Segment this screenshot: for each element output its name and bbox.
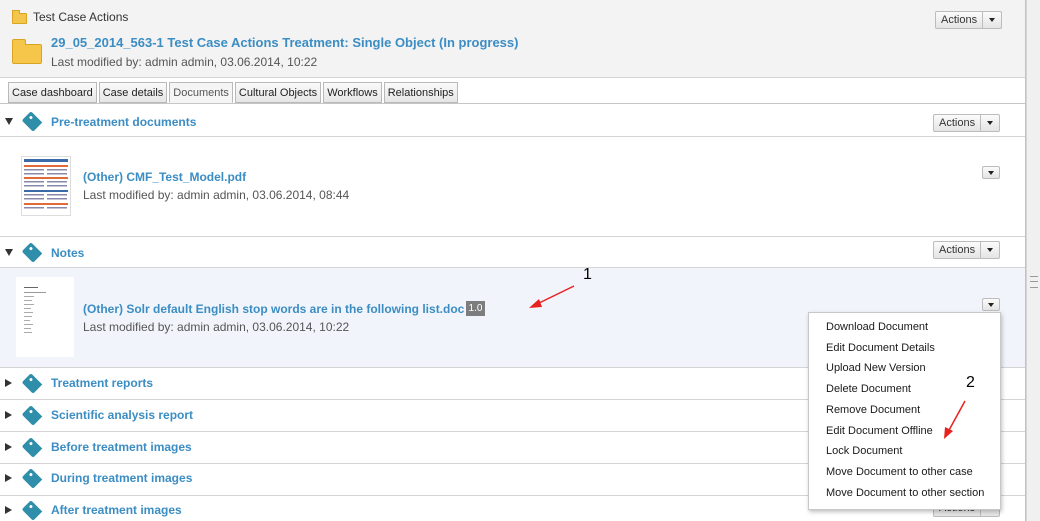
section-title[interactable]: Treatment reports (51, 376, 153, 390)
annotation-arrow-2 (944, 400, 966, 439)
menu-item-download-document[interactable]: Download Document (826, 321, 928, 333)
version-badge: 1.0 (466, 301, 485, 316)
page-title: Test Case Actions (33, 10, 129, 24)
expand-arrow-icon[interactable] (5, 411, 12, 419)
document-title-link[interactable]: (Other) Solr default English stop words … (83, 302, 464, 316)
document-thumbnail[interactable] (16, 277, 74, 357)
document-row: (Other) CMF_Test_Model.pdf Last modified… (0, 137, 1025, 237)
open-folder-icon (12, 39, 42, 64)
case-title-link[interactable]: 29_05_2014_563-1 Test Case Actions Treat… (51, 35, 518, 50)
menu-item-edit-document-details[interactable]: Edit Document Details (826, 342, 935, 354)
actions-label: Actions (934, 242, 982, 258)
menu-item-delete-document[interactable]: Delete Document (826, 383, 911, 395)
chevron-down-icon (981, 242, 999, 258)
tag-icon (21, 405, 43, 426)
collapse-arrow-icon[interactable] (5, 118, 13, 125)
expand-arrow-icon[interactable] (5, 506, 12, 514)
tab-cultural-objects[interactable]: Cultural Objects (234, 82, 322, 103)
document-last-modified: Last modified by: admin admin, 03.06.201… (83, 320, 350, 334)
section-title[interactable]: During treatment images (51, 471, 192, 485)
collapse-arrow-icon[interactable] (5, 249, 13, 256)
tab-case-details[interactable]: Case details (98, 82, 168, 103)
main-page: Test Case Actions 29_05_2014_563-1 Test … (0, 0, 1026, 521)
tag-icon (21, 500, 43, 521)
menu-item-lock-document[interactable]: Lock Document (826, 445, 902, 457)
scroll-grip-icon (1030, 276, 1038, 288)
annotation-label-1: 1 (583, 266, 592, 283)
actions-label: Actions (936, 12, 984, 28)
menu-item-remove-document[interactable]: Remove Document (826, 404, 920, 416)
tab-documents[interactable]: Documents (169, 82, 233, 103)
vertical-scrollbar[interactable] (1026, 0, 1040, 521)
tab-workflows[interactable]: Workflows (323, 82, 382, 103)
chevron-down-icon (988, 302, 994, 307)
section-actions-button[interactable]: Actions (933, 241, 1001, 259)
document-last-modified: Last modified by: admin admin, 03.06.201… (83, 188, 350, 202)
tag-icon (21, 373, 43, 394)
section-actions-button[interactable]: Actions (933, 114, 1001, 132)
folder-icon (12, 10, 27, 24)
section-title[interactable]: Notes (51, 246, 84, 260)
document-menu-button[interactable] (982, 166, 1000, 179)
chevron-down-icon (988, 170, 994, 175)
chevron-down-icon (983, 12, 1001, 28)
tab-case-dashboard[interactable]: Case dashboard (8, 82, 97, 103)
expand-arrow-icon[interactable] (5, 474, 12, 482)
tag-icon (21, 111, 43, 132)
section-title[interactable]: Pre-treatment documents (51, 115, 196, 129)
expand-arrow-icon[interactable] (5, 379, 12, 387)
tag-icon (21, 468, 43, 489)
annotation-arrow-1 (529, 285, 575, 308)
expand-arrow-icon[interactable] (5, 443, 12, 451)
annotation-label-2: 2 (966, 374, 975, 391)
menu-item-move-to-other-section[interactable]: Move Document to other section (826, 487, 984, 499)
case-header: Test Case Actions 29_05_2014_563-1 Test … (0, 0, 1025, 78)
section-title[interactable]: Scientific analysis report (51, 408, 193, 422)
chevron-down-icon (981, 115, 999, 131)
case-last-modified: Last modified by: admin admin, 03.06.201… (51, 55, 318, 69)
menu-item-edit-document-offline[interactable]: Edit Document Offline (826, 425, 933, 437)
menu-item-upload-new-version[interactable]: Upload New Version (826, 362, 926, 374)
section-title[interactable]: After treatment images (51, 503, 182, 517)
case-actions-button[interactable]: Actions (935, 11, 1003, 29)
tag-icon (21, 242, 43, 263)
document-thumbnail[interactable] (21, 156, 71, 216)
section-pre-treatment-documents: Pre-treatment documents Actions (0, 105, 1025, 137)
tab-bar: Case dashboard Case details Documents Cu… (8, 82, 460, 104)
actions-label: Actions (934, 115, 982, 131)
section-title[interactable]: Before treatment images (51, 440, 192, 454)
tag-icon (21, 437, 43, 458)
document-menu-button[interactable] (982, 298, 1000, 311)
section-notes: Notes Actions (0, 237, 1025, 268)
document-title-link[interactable]: (Other) CMF_Test_Model.pdf (83, 170, 246, 184)
menu-item-move-to-other-case[interactable]: Move Document to other case (826, 466, 973, 478)
document-context-menu: Download Document Edit Document Details … (808, 312, 1001, 510)
tab-relationships[interactable]: Relationships (383, 82, 458, 103)
tab-divider (0, 103, 1025, 104)
